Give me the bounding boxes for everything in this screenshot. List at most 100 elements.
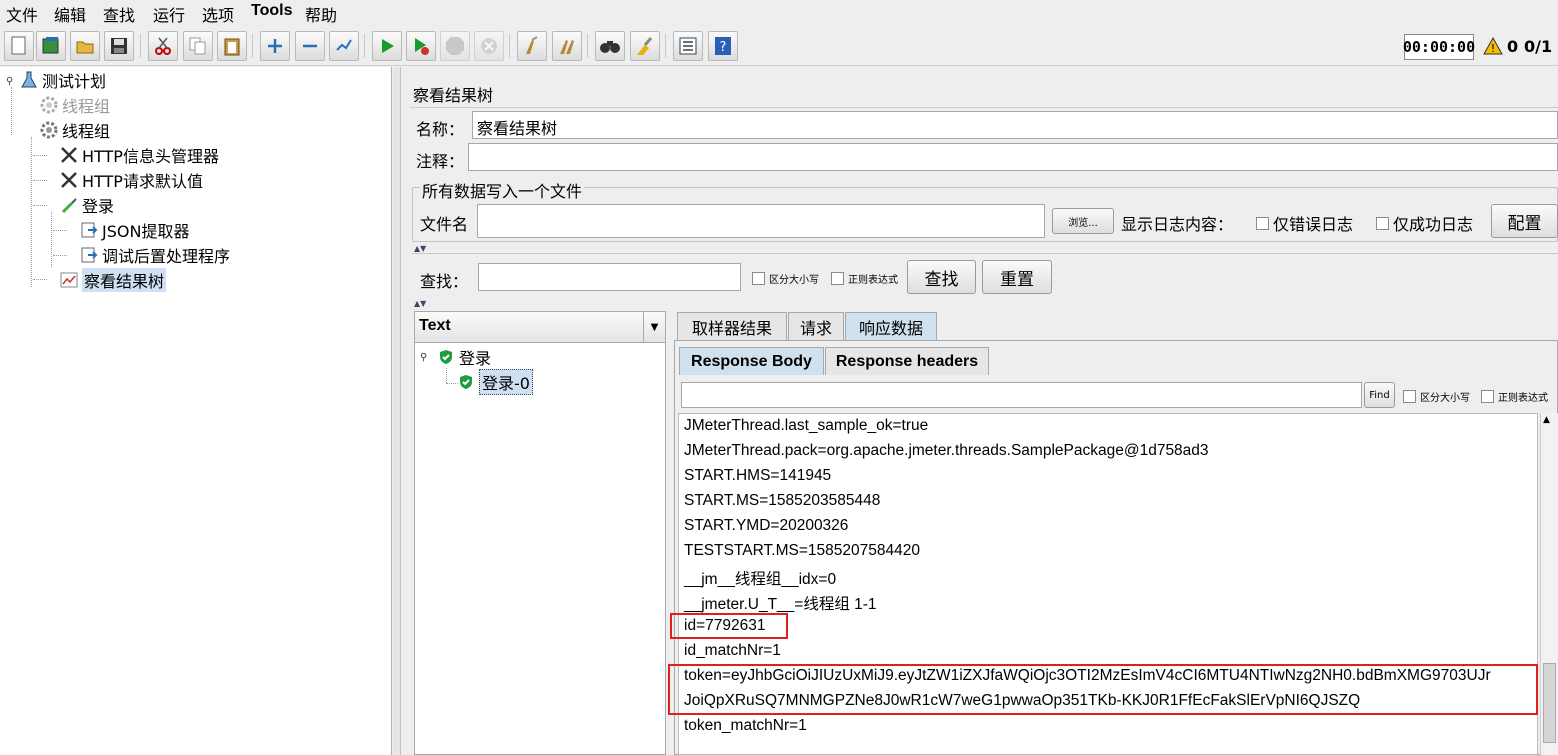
tree-item-http-header-manager[interactable]: HTTP信息头管理器 (60, 143, 219, 167)
pipette-icon (60, 196, 78, 214)
tab-sampler-result[interactable]: 取样器结果 (677, 312, 787, 340)
tree-item-thread-group[interactable]: 线程组 (40, 118, 110, 142)
success-shield-icon (457, 373, 475, 391)
tree-item-label: 测试计划 (42, 72, 107, 91)
cut-icon[interactable] (148, 31, 178, 61)
find-button[interactable]: Find (1364, 382, 1395, 408)
name-label: 名称： (416, 120, 465, 139)
tab-response-data[interactable]: 响应数据 (845, 312, 937, 340)
new-icon[interactable] (4, 31, 34, 61)
result-item-login[interactable]: 登录 (437, 345, 491, 369)
file-group-title: 所有数据写入一个文件 (420, 178, 585, 202)
scroll-thumb[interactable] (1543, 663, 1556, 743)
copy-icon[interactable] (183, 31, 213, 61)
elapsed-timer: 00:00:00 (1403, 34, 1475, 60)
reset-search-icon[interactable] (630, 31, 660, 61)
menu-run[interactable]: 运行 (153, 2, 185, 26)
tab-response-body[interactable]: Response Body (679, 347, 824, 375)
id-highlight-box (670, 613, 788, 639)
menu-tools[interactable]: Tools (251, 2, 292, 20)
errors-only-checkbox[interactable]: 仅错误日志 (1256, 211, 1353, 235)
help-icon[interactable]: ? (708, 31, 738, 61)
post-processor-icon (80, 221, 98, 239)
response-line: token_matchNr=1 (684, 717, 807, 734)
reset-button[interactable]: 重置 (982, 260, 1052, 294)
tab-response-headers[interactable]: Response headers (825, 347, 989, 375)
menu-help[interactable]: 帮助 (305, 2, 337, 26)
templates-icon[interactable] (36, 31, 66, 61)
name-field[interactable]: 察看结果树 (472, 111, 1558, 139)
listener-icon (60, 271, 78, 289)
menu-options[interactable]: 选项 (202, 2, 234, 26)
clear-icon[interactable] (517, 31, 547, 61)
tree-item-label: HTTP信息头管理器 (82, 147, 219, 166)
response-case-checkbox[interactable]: 区分大小写 (1403, 389, 1470, 404)
tab-request[interactable]: 请求 (788, 312, 844, 340)
response-scrollbar[interactable]: ▲ (1540, 413, 1558, 755)
panel-splitter[interactable] (393, 67, 401, 755)
response-line: JMeterThread.last_sample_ok=true (684, 417, 929, 434)
renderer-select[interactable]: Text ▼ (415, 312, 665, 343)
tree-toggle-icon[interactable]: ⚲ (6, 76, 14, 87)
regex-label: 正则表达式 (848, 275, 898, 286)
shutdown-icon[interactable] (474, 31, 504, 61)
tree-item-label: 察看结果树 (82, 268, 167, 292)
start-no-pause-icon[interactable] (406, 31, 436, 61)
collapse-arrows-icon[interactable]: ▲▼ (414, 299, 426, 308)
stop-icon[interactable] (440, 31, 470, 61)
paste-icon[interactable] (217, 31, 247, 61)
tree-item-thread-group-disabled[interactable]: 线程组 (40, 93, 110, 117)
collapse-icon[interactable] (295, 31, 325, 61)
tree-toggle-icon[interactable]: ⚲ (420, 352, 428, 363)
result-item-login-0[interactable]: 登录-0 (457, 369, 533, 395)
collapse-arrows-icon[interactable]: ▲▼ (414, 244, 426, 253)
open-icon[interactable] (70, 31, 100, 61)
browse-button[interactable]: 浏览... (1052, 208, 1114, 234)
warning-icon[interactable]: ! (1483, 36, 1503, 59)
tree-item-label: 登录 (82, 197, 115, 216)
menu-file[interactable]: 文件 (6, 2, 38, 26)
toggle-icon[interactable] (329, 31, 359, 61)
comment-field[interactable] (468, 143, 1558, 171)
wrench-icon (60, 171, 78, 189)
response-case-label: 区分大小写 (1420, 393, 1470, 404)
gear-icon (40, 96, 58, 114)
response-regex-checkbox[interactable]: 正则表达式 (1481, 389, 1548, 404)
response-line: START.MS=1585203585448 (684, 492, 881, 509)
search-icon[interactable] (595, 31, 625, 61)
response-line: __jmeter.U_T__=线程组 1-1 (684, 596, 877, 613)
response-search-field[interactable] (681, 382, 1362, 408)
thread-count: 0/1 (1524, 37, 1553, 56)
tree-item-view-results-tree[interactable]: 察看结果树 (60, 268, 167, 292)
search-button[interactable]: 查找 (907, 260, 976, 294)
tree-item-json-extractor[interactable]: JSON提取器 (80, 218, 189, 242)
expand-icon[interactable] (260, 31, 290, 61)
clear-all-icon[interactable] (552, 31, 582, 61)
start-icon[interactable] (372, 31, 402, 61)
tree-item-debug-postprocessor[interactable]: 调试后置处理程序 (80, 243, 230, 267)
response-line: TESTSTART.MS=1585207584420 (684, 542, 920, 559)
test-plan-icon (20, 71, 38, 89)
tree-item-label: 线程组 (62, 122, 111, 141)
tree-item-http-defaults[interactable]: HTTP请求默认值 (60, 168, 203, 192)
regex-checkbox[interactable]: 正则表达式 (831, 271, 898, 286)
tree-item-login-sampler[interactable]: 登录 (60, 193, 114, 217)
case-sensitive-checkbox[interactable]: 区分大小写 (752, 271, 819, 286)
response-line: START.HMS=141945 (684, 467, 832, 484)
configure-button[interactable]: 配置 (1491, 204, 1558, 238)
search-field[interactable] (478, 263, 741, 291)
success-only-checkbox[interactable]: 仅成功日志 (1376, 211, 1473, 235)
results-list-pane (414, 311, 666, 755)
menu-search[interactable]: 查找 (103, 2, 135, 26)
menu-edit[interactable]: 编辑 (54, 2, 86, 26)
renderer-value: Text (419, 317, 451, 334)
tree-item-test-plan[interactable]: 测试计划 (20, 68, 106, 92)
chevron-down-icon[interactable]: ▼ (643, 312, 665, 342)
function-helper-icon[interactable] (673, 31, 703, 61)
response-line: START.YMD=20200326 (684, 517, 849, 534)
scroll-up-icon[interactable]: ▲ (1543, 415, 1550, 425)
post-processor-icon (80, 246, 98, 264)
save-icon[interactable] (104, 31, 134, 61)
filename-field[interactable] (477, 204, 1045, 238)
result-item-label: 登录-0 (479, 369, 533, 395)
